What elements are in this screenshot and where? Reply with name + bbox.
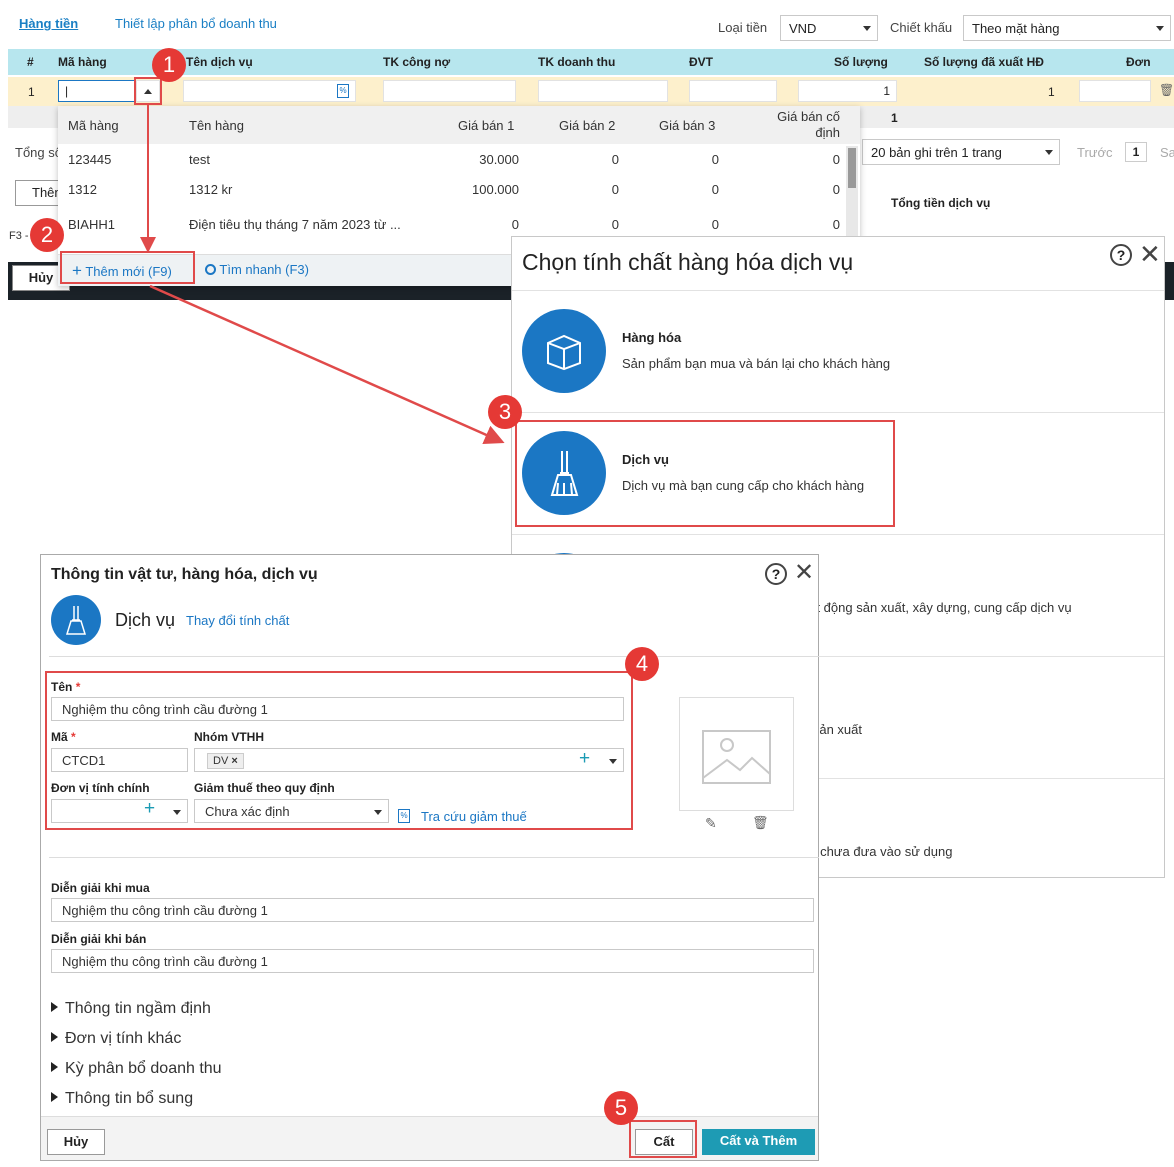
step-badge-5: 5 <box>604 1091 638 1125</box>
step-badge-4: 4 <box>625 647 659 681</box>
step-badge-2: 2 <box>30 218 64 252</box>
step-arrows <box>140 105 505 445</box>
step-badge-3: 3 <box>488 395 522 429</box>
step-badge-1: 1 <box>152 48 186 82</box>
